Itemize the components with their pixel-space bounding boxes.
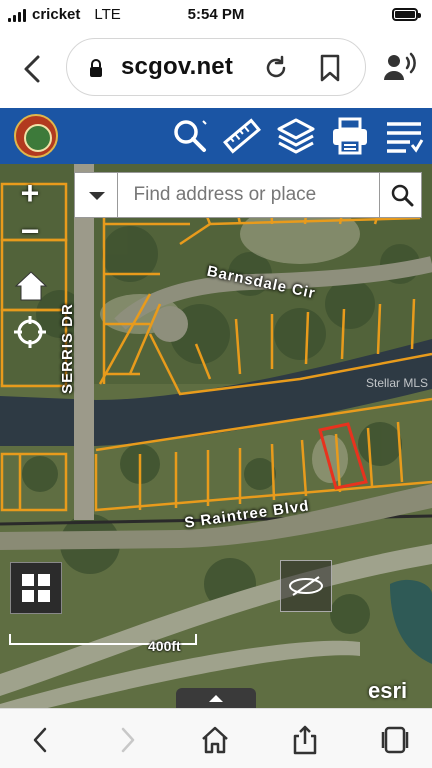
road-label-serris: SERRIS DR [58, 303, 76, 394]
battery-icon [392, 8, 421, 21]
layers-tool[interactable] [276, 116, 316, 156]
expand-panel-tab[interactable] [176, 688, 256, 708]
zoom-out-button[interactable]: − [14, 212, 46, 250]
status-time: 5:54 PM [187, 6, 245, 23]
search-submit-button[interactable] [378, 173, 422, 217]
map-search-box [74, 172, 422, 218]
share-icon[interactable] [290, 725, 320, 755]
address-search-input[interactable] [117, 173, 379, 217]
print-tool[interactable] [330, 116, 370, 156]
menu-tool[interactable] [384, 116, 424, 156]
mls-watermark: Stellar MLS [366, 376, 429, 390]
tabs-icon[interactable] [380, 725, 410, 755]
measure-ruler-icon [223, 118, 261, 154]
locate-icon[interactable] [14, 316, 46, 348]
zoom-in-button[interactable]: + [14, 174, 46, 212]
lock-icon [90, 59, 102, 77]
search-source-dropdown[interactable] [75, 173, 118, 217]
app-toolbar [0, 108, 432, 164]
back-chevron-icon[interactable] [18, 54, 46, 84]
county-seal-logo [14, 114, 58, 158]
layers-icon [277, 118, 315, 154]
zoom-control: + − [14, 174, 46, 254]
compass-button[interactable] [280, 560, 332, 612]
print-icon [333, 117, 367, 155]
home-icon[interactable] [200, 725, 230, 755]
compass-icon [289, 576, 323, 596]
home-extent-icon[interactable] [14, 270, 48, 302]
menu-list-icon [387, 122, 424, 153]
measure-tool[interactable] [222, 116, 262, 156]
basemap-gallery-button[interactable] [10, 562, 62, 614]
search-icon [174, 120, 207, 152]
back-icon[interactable] [26, 725, 56, 755]
voice-icon[interactable] [382, 52, 416, 82]
status-bar: cricket LTE 5:54 PM [0, 0, 432, 30]
scale-label: 400ft [148, 638, 181, 654]
search-icon [391, 184, 413, 207]
bookmark-icon[interactable] [319, 54, 341, 82]
grid-icon [22, 574, 50, 602]
search-tool[interactable] [170, 116, 210, 156]
browser-url-row: scgov.net [0, 30, 432, 108]
url-bar[interactable]: scgov.net [66, 38, 366, 96]
reload-icon[interactable] [263, 55, 289, 81]
forward-icon [121, 727, 135, 753]
esri-attribution: esri [368, 678, 408, 703]
url-text: scgov.net [121, 53, 234, 80]
aerial-imagery [0, 164, 432, 708]
browser-bottom-bar [0, 708, 432, 768]
map-view[interactable]: Barnsdale Cir SERRIS DR S Raintree Blvd … [0, 164, 432, 708]
